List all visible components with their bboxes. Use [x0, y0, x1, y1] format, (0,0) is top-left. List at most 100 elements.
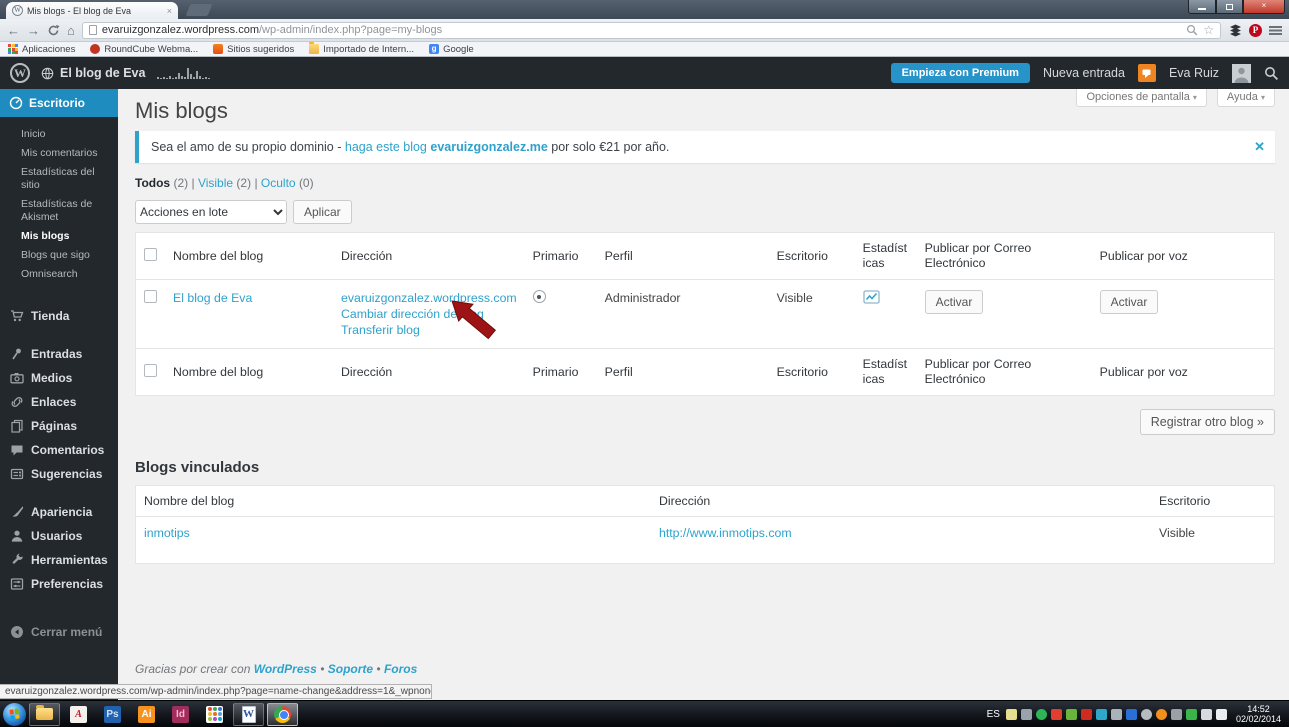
dismiss-notice-icon[interactable]: ✕	[1254, 139, 1265, 155]
filter-visible[interactable]: Visible	[198, 176, 233, 190]
activate-email-button[interactable]: Activar	[924, 290, 984, 314]
primary-radio[interactable]	[532, 290, 546, 303]
domain-offer-link[interactable]: haga este blog	[345, 140, 427, 154]
account-menu[interactable]: Eva Ruiz	[1169, 66, 1219, 80]
start-button[interactable]	[3, 702, 26, 726]
help-button[interactable]: Ayuda ▾	[1216, 89, 1275, 107]
taskbar-illustrator[interactable]: Ai	[131, 703, 162, 726]
tray-icon[interactable]	[1110, 708, 1122, 720]
row-checkbox[interactable]	[144, 290, 157, 303]
chrome-menu-icon[interactable]	[1269, 25, 1282, 35]
language-indicator[interactable]: ES	[987, 709, 1000, 720]
bulk-actions-select[interactable]: Acciones en lote	[135, 200, 287, 224]
taskbar-autocad[interactable]: A	[63, 703, 94, 726]
transfer-blog-link[interactable]: Transferir blog	[341, 323, 420, 337]
avatar[interactable]	[1232, 63, 1251, 83]
wordpress-logo-icon[interactable]: W	[10, 63, 30, 83]
tray-icon[interactable]	[1020, 708, 1032, 720]
browser-tab[interactable]: W Mis blogs - El blog de Eva ×	[6, 2, 178, 19]
register-blog-button[interactable]: Registrar otro blog »	[1139, 409, 1275, 435]
linked-blog-address-link[interactable]: http://www.inmotips.com	[659, 526, 792, 540]
linked-blog-name-link[interactable]: inmotips	[144, 526, 190, 540]
tray-icon[interactable]	[1125, 708, 1137, 720]
address-bar[interactable]: evaruizgonzalez.wordpress.com/wp-admin/i…	[81, 21, 1221, 39]
sidebar-item-sugerencias[interactable]: Sugerencias	[0, 462, 118, 486]
taskbar-office-grid[interactable]	[199, 703, 230, 726]
sidebar-item-estadisticas-akismet[interactable]: Estadísticas de Akismet	[21, 195, 116, 227]
filter-oculto[interactable]: Oculto	[261, 176, 296, 190]
sidebar-item-apariencia[interactable]: Apariencia	[0, 500, 118, 524]
zoom-icon[interactable]	[1186, 24, 1198, 36]
bookmark-sitios-sugeridos[interactable]: Sitios sugeridos	[213, 44, 294, 55]
support-link[interactable]: Soporte	[328, 662, 373, 676]
home-button[interactable]: ⌂	[67, 24, 75, 37]
forums-link[interactable]: Foros	[384, 662, 417, 676]
notifications-icon[interactable]	[1137, 64, 1156, 82]
bookmark-apps[interactable]: Aplicaciones	[8, 44, 75, 55]
tray-icon[interactable]	[1065, 708, 1077, 720]
bookmark-imported-folder[interactable]: Importado de Intern...	[309, 42, 414, 55]
new-post-button[interactable]: Nueva entrada	[1043, 66, 1125, 80]
tray-icon[interactable]	[1005, 708, 1017, 720]
new-tab-button[interactable]	[185, 4, 213, 16]
premium-button[interactable]: Empieza con Premium	[890, 63, 1030, 83]
bookmark-google[interactable]: g Google	[429, 44, 474, 55]
back-button[interactable]: ←	[7, 24, 20, 37]
sidebar-item-enlaces[interactable]: Enlaces	[0, 390, 118, 414]
filter-todos[interactable]: Todos	[135, 176, 170, 190]
taskbar-photoshop[interactable]: Ps	[97, 703, 128, 726]
taskbar-chrome[interactable]	[267, 702, 298, 726]
tab-close-icon[interactable]: ×	[167, 6, 172, 16]
window-close-button[interactable]: ×	[1243, 0, 1285, 14]
tray-icon[interactable]	[1215, 708, 1227, 720]
stats-sparkline[interactable]	[156, 66, 214, 80]
sidebar-item-escritorio[interactable]: Escritorio	[0, 89, 124, 117]
wordpress-link[interactable]: WordPress	[254, 662, 317, 676]
sidebar-item-paginas[interactable]: Páginas	[0, 414, 118, 438]
url-text[interactable]: evaruizgonzalez.wordpress.com/wp-admin/i…	[102, 24, 1181, 36]
tray-icon[interactable]	[1035, 708, 1047, 720]
tray-icon[interactable]	[1185, 708, 1197, 720]
sidebar-item-mis-comentarios[interactable]: Mis comentarios	[21, 144, 116, 163]
window-maximize-button[interactable]	[1216, 0, 1243, 14]
domain-name-link[interactable]: evaruizgonzalez.me	[430, 140, 547, 154]
sidebar-item-omnisearch[interactable]: Omnisearch	[21, 265, 116, 284]
taskbar-word[interactable]: W	[233, 702, 264, 726]
select-all-checkbox[interactable]	[144, 247, 157, 261]
screen-options-button[interactable]: Opciones de pantalla ▾	[1076, 89, 1207, 107]
sidebar-item-estadisticas-sitio[interactable]: Estadísticas del sitio	[21, 163, 116, 195]
stats-chart-icon[interactable]	[863, 290, 881, 305]
apply-button[interactable]: Aplicar	[293, 200, 352, 224]
sidebar-item-comentarios[interactable]: Comentarios	[0, 438, 118, 462]
tray-icon[interactable]	[1170, 708, 1182, 720]
taskbar-explorer[interactable]	[29, 702, 60, 726]
window-minimize-button[interactable]	[1188, 0, 1216, 14]
select-all-checkbox[interactable]	[144, 363, 157, 377]
forward-button[interactable]: →	[27, 24, 40, 37]
site-name-menu[interactable]: El blog de Eva	[41, 66, 145, 80]
bookmark-star-icon[interactable]: ☆	[1203, 23, 1214, 37]
tray-icon[interactable]	[1140, 708, 1152, 720]
pinterest-extension-icon[interactable]: P	[1249, 23, 1262, 37]
sidebar-item-entradas[interactable]: Entradas	[0, 342, 118, 366]
tray-icon[interactable]	[1095, 708, 1107, 720]
sidebar-item-herramientas[interactable]: Herramientas	[0, 548, 118, 572]
activate-voice-button[interactable]: Activar	[1099, 290, 1159, 314]
taskbar-indesign[interactable]: Id	[165, 703, 196, 726]
tray-icon[interactable]	[1050, 708, 1062, 720]
sidebar-collapse-menu[interactable]: Cerrar menú	[0, 620, 118, 644]
sidebar-item-preferencias[interactable]: Preferencias	[0, 572, 118, 596]
bookmark-roundcube[interactable]: RoundCube Webma...	[90, 44, 198, 55]
sidebar-item-tienda[interactable]: Tienda	[0, 304, 118, 328]
sidebar-item-usuarios[interactable]: Usuarios	[0, 524, 118, 548]
taskbar-clock[interactable]: 14:52 02/02/2014	[1236, 704, 1281, 724]
sidebar-item-blogs-que-sigo[interactable]: Blogs que sigo	[21, 246, 116, 265]
tray-icon[interactable]	[1200, 708, 1212, 720]
sidebar-item-medios[interactable]: Medios	[0, 366, 118, 390]
tray-icon[interactable]	[1080, 708, 1092, 720]
sidebar-item-mis-blogs[interactable]: Mis blogs	[21, 227, 116, 246]
blog-name-link[interactable]: El blog de Eva	[173, 291, 252, 305]
reload-button[interactable]	[47, 24, 60, 37]
buffer-extension-icon[interactable]	[1228, 23, 1242, 37]
sidebar-item-inicio[interactable]: Inicio	[21, 125, 116, 144]
